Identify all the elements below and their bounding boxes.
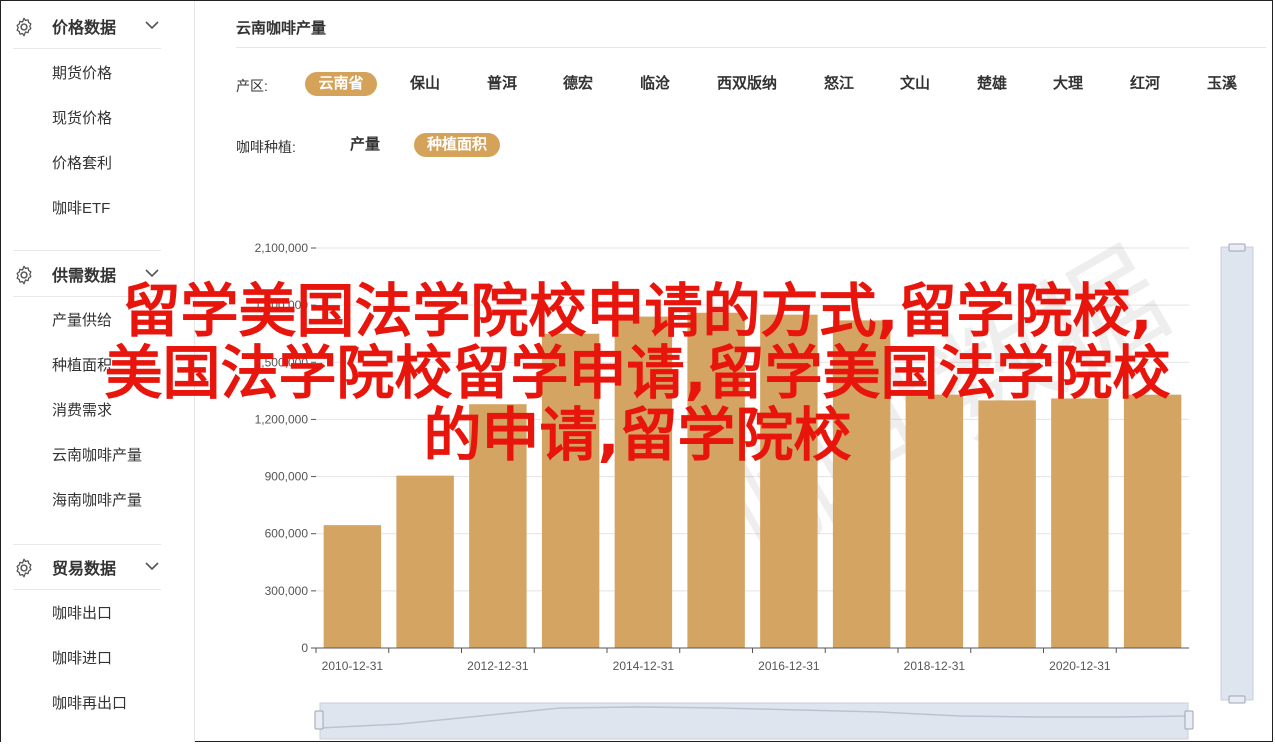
x-tick-label: 2012-12-31 [467,659,529,673]
bar[interactable] [905,394,964,648]
bar[interactable] [760,314,818,648]
vertical-slider-track[interactable] [1220,246,1254,701]
x-tick-label: 2010-12-31 [322,659,384,673]
y-tick-label: 300,000 [265,584,309,598]
y-tick-label: 1,200,000 [255,412,309,426]
bar[interactable] [541,333,600,648]
bar[interactable] [687,312,745,648]
x-axis-ticks: 2010-12-31 2012-12-31 2014-12-31 2016-12-31… [315,648,1117,673]
x-tick-label: 2020-12-31 [1049,659,1111,673]
horizontal-slider-handle-right[interactable] [1184,710,1194,730]
y-tick-label: 1,500,000 [255,355,309,369]
y-tick-label: 2,100,000 [255,241,309,255]
bar[interactable] [614,316,673,648]
horizontal-slider-handle-left[interactable] [314,710,324,730]
bar[interactable] [832,320,891,648]
bar[interactable] [1123,394,1182,648]
vertical-zoom-slider[interactable] [1220,243,1254,704]
vertical-slider-handle-top[interactable] [1228,243,1246,252]
x-tick-label: 2018-12-31 [904,659,966,673]
y-tick-label: 1,800,000 [255,298,309,312]
vertical-slider-handle-bottom[interactable] [1228,695,1246,704]
bar[interactable] [396,475,454,648]
x-tick-label: 2014-12-31 [613,659,675,673]
y-tick-label: 0 [301,641,308,655]
horizontal-zoom-slider[interactable] [314,702,1194,740]
bar[interactable] [323,525,382,648]
y-tick-label: 600,000 [265,527,309,541]
x-tick-label: 2016-12-31 [758,659,820,673]
bar[interactable] [469,404,527,648]
bar-chart: 咖啡数据 0300,000600,000900,0001,200,0001,50… [255,225,1254,740]
y-axis-ticks: 0 300,000 600,000 900,000 1,200,000 1,500,000… [255,241,316,655]
bar[interactable] [978,400,1036,648]
y-tick-label: 900,000 [265,470,309,484]
bar[interactable] [1051,398,1109,648]
